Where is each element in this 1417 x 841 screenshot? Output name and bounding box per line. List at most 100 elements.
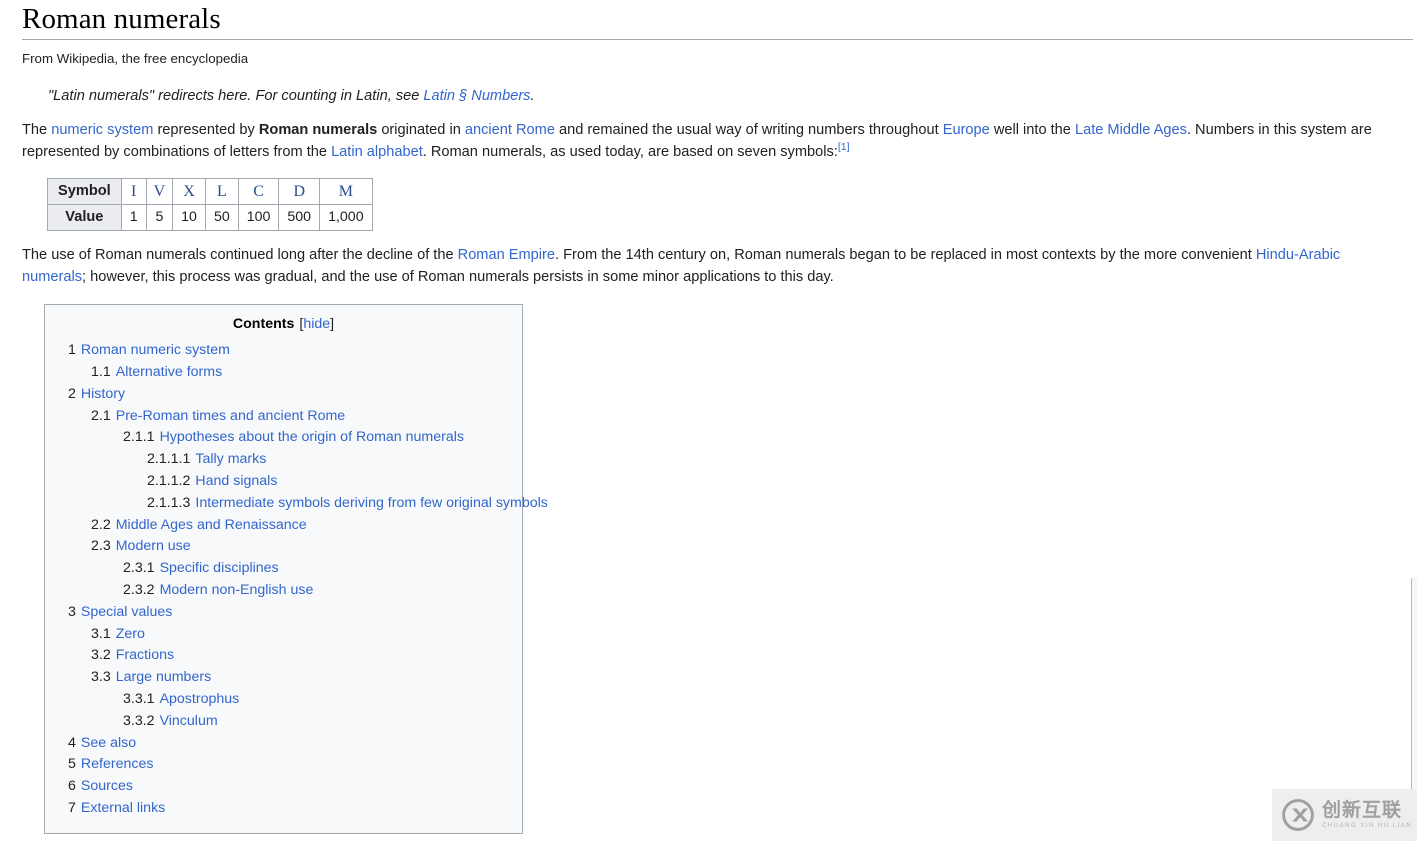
- circled-x-logo-icon: [1282, 799, 1314, 831]
- toc-item-number: 5: [68, 756, 76, 773]
- value-cell-5: 5: [145, 203, 174, 231]
- table-row-values: Value 1 5 10 50 100 500 1,000: [47, 203, 373, 231]
- link-late-middle-ages[interactable]: Late Middle Ages: [1075, 122, 1187, 138]
- toc-item[interactable]: 3 Special values: [59, 602, 508, 624]
- toc-item-number: 3.2: [91, 647, 111, 664]
- toc-item[interactable]: 3.3 Large numbers: [59, 667, 508, 689]
- toc-item-label[interactable]: Large numbers: [116, 669, 211, 685]
- toc-item-number: 2.1.1.3: [147, 494, 191, 511]
- p1-text-3: originated in: [377, 122, 465, 138]
- link-europe[interactable]: Europe: [943, 122, 990, 138]
- toc-toggle-link[interactable]: hide: [303, 316, 330, 332]
- p1-text-7: . Roman numerals, as used today, are bas…: [422, 144, 838, 161]
- toc-item[interactable]: 2 History: [59, 384, 508, 406]
- toc-toggle-bracket-close: ]: [330, 316, 335, 333]
- toc-item[interactable]: 2.1.1.1 Tally marks: [59, 449, 508, 471]
- value-cell-100: 100: [237, 203, 280, 231]
- symbol-cell-c: C: [237, 177, 280, 205]
- value-cell-500: 500: [278, 203, 321, 231]
- toc-item-label[interactable]: Apostrophus: [160, 691, 240, 707]
- toc-item[interactable]: 2.1 Pre-Roman times and ancient Rome: [59, 406, 508, 428]
- toc-item[interactable]: 1.1 Alternative forms: [59, 362, 508, 384]
- roman-symbol-table: Symbol I V X L C D M Value 1 5 10 50 100…: [47, 177, 373, 231]
- watermark-pinyin: CHUANG XIN HU LIAN: [1322, 821, 1413, 829]
- symbol-cell-x: X: [172, 177, 206, 205]
- row-header-value: Value: [47, 203, 122, 231]
- symbol-cell-v: V: [145, 177, 174, 205]
- table-of-contents: Contents [hide] 1 Roman numeric system 1.1 A…: [44, 304, 548, 834]
- toc-item[interactable]: 3.2 Fractions: [59, 645, 508, 667]
- link-latin-alphabet[interactable]: Latin alphabet: [331, 144, 423, 160]
- toc-item[interactable]: 3.3.2 Vinculum: [59, 711, 508, 733]
- link-numeric-system[interactable]: numeric system: [51, 122, 153, 138]
- toc-item-number: 3.3: [91, 669, 111, 686]
- toc-item[interactable]: 2.1.1.3 Intermediate symbols deriving fro…: [59, 493, 548, 515]
- toc-item-number: 4: [68, 734, 76, 751]
- symbol-table-wrapper: Symbol I V X L C D M Value 1 5 10 50 100…: [22, 164, 1395, 231]
- toc-item[interactable]: 7 External links: [59, 798, 508, 820]
- toc-item-label[interactable]: Vinculum: [160, 713, 218, 729]
- toc-item[interactable]: 2.2 Middle Ages and Renaissance: [59, 515, 508, 537]
- toc-item-label[interactable]: References: [81, 756, 154, 772]
- toc-item[interactable]: 3.1 Zero: [59, 624, 508, 646]
- toc-item-label[interactable]: Pre-Roman times and ancient Rome: [116, 408, 345, 424]
- toc-item-label[interactable]: Sources: [81, 778, 133, 794]
- toc-item-label[interactable]: Specific disciplines: [160, 560, 279, 576]
- article-content: "Latin numerals" redirects here. For cou…: [0, 68, 1417, 834]
- toc-item-label[interactable]: Roman numeric system: [81, 342, 230, 358]
- toc-item-label[interactable]: Middle Ages and Renaissance: [116, 517, 307, 533]
- vertical-scrollbar[interactable]: [1411, 0, 1417, 841]
- toc-item-label[interactable]: External links: [81, 800, 165, 816]
- toc-item-number: 3.1: [91, 625, 111, 642]
- value-cell-10: 10: [172, 203, 206, 231]
- toc-item-label[interactable]: Hypotheses about the origin of Roman num…: [160, 429, 464, 445]
- toc-item-label[interactable]: Modern non-English use: [160, 582, 314, 598]
- toc-item[interactable]: 4 See also: [59, 733, 508, 755]
- toc-item-number: 2.1: [91, 407, 111, 424]
- toc-item[interactable]: 2.1.1 Hypotheses about the origin of Roma…: [59, 427, 508, 449]
- toc-item[interactable]: 2.3 Modern use: [59, 536, 508, 558]
- p1-text-4: and remained the usual way of writing nu…: [554, 122, 943, 138]
- lead-paragraph-1: The numeric system represented by Roman …: [22, 119, 1395, 164]
- article-page: Roman numerals From Wikipedia, the free …: [0, 0, 1417, 841]
- value-cell-50: 50: [204, 203, 239, 231]
- toc-item[interactable]: 2.3.2 Modern non-English use: [59, 580, 508, 602]
- site-tagline: From Wikipedia, the free encyclopedia: [22, 51, 249, 66]
- toc-item-label[interactable]: Special values: [81, 604, 173, 620]
- watermark-chinese: 创新互联: [1322, 798, 1403, 821]
- toc-list: 1 Roman numeric system 1.1 Alternative form…: [59, 340, 548, 820]
- toc-item-label[interactable]: Alternative forms: [116, 364, 222, 380]
- link-roman-empire[interactable]: Roman Empire: [458, 247, 555, 263]
- toc-item-label[interactable]: See also: [81, 735, 136, 751]
- citation-ref-1[interactable]: [1]: [838, 141, 850, 153]
- toc-item[interactable]: 3.3.1 Apostrophus: [59, 689, 508, 711]
- toc-item-label[interactable]: Modern use: [116, 538, 191, 554]
- toc-item-label[interactable]: History: [81, 386, 125, 402]
- citation-ref-1-link[interactable]: [1]: [838, 141, 850, 153]
- watermark-text: 创新互联 CHUANG XIN HU LIAN: [1322, 798, 1413, 829]
- toc-item-number: 2.1.1.2: [147, 472, 191, 489]
- toc-item[interactable]: 2.1.1.2 Hand signals: [59, 471, 508, 493]
- toc-item-number: 2.3.1: [123, 560, 155, 577]
- link-ancient-rome[interactable]: ancient Rome: [465, 122, 555, 138]
- hatnote-link-latin-numbers[interactable]: Latin § Numbers: [423, 88, 530, 104]
- p1-bold-roman-numerals: Roman numerals: [258, 122, 378, 138]
- page-title: Roman numerals: [22, 3, 221, 35]
- toc-item-label[interactable]: Tally marks: [195, 451, 266, 467]
- toc-item[interactable]: 6 Sources: [59, 776, 508, 798]
- toc-item-label[interactable]: Fractions: [116, 647, 174, 663]
- toc-item-number: 3.3.2: [123, 712, 155, 729]
- toc-item-label[interactable]: Intermediate symbols deriving from few o…: [195, 495, 547, 511]
- toc-item-number: 2: [68, 385, 76, 402]
- symbol-cell-l: L: [204, 177, 239, 205]
- toc-item-number: 3: [68, 603, 76, 620]
- symbol-cell-i: I: [120, 177, 147, 205]
- toc-item[interactable]: 5 References: [59, 754, 508, 776]
- toc-wrapper: Contents [hide] 1 Roman numeric system 1.1 A…: [22, 288, 1395, 834]
- toc-item-label[interactable]: Hand signals: [195, 473, 277, 489]
- toc-toggle[interactable]: [hide]: [299, 316, 334, 332]
- toc-item[interactable]: 1 Roman numeric system: [59, 340, 508, 362]
- toc-item-label[interactable]: Zero: [116, 626, 145, 642]
- table-row-symbols: Symbol I V X L C D M: [47, 177, 373, 205]
- toc-item[interactable]: 2.3.1 Specific disciplines: [59, 558, 508, 580]
